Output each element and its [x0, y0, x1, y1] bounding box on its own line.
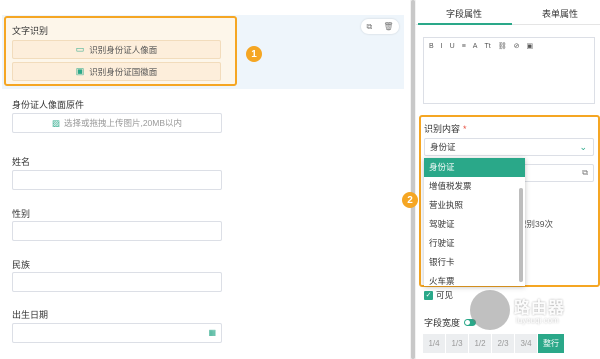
dropdown-option[interactable]: 行驶证 [424, 234, 525, 253]
hidden-input[interactable]: ⧉ [516, 164, 594, 182]
image-insert-icon[interactable]: ▣ [526, 42, 533, 50]
width-option-2-3[interactable]: 2/3 [492, 334, 514, 353]
field-width-text: 字段宽度 [424, 318, 461, 328]
router-logo-icon [470, 290, 510, 330]
visible-label: 可见 [436, 290, 454, 300]
image-icon: ▨ [51, 117, 60, 128]
checkbox-checked-icon[interactable]: ✓ [424, 290, 433, 300]
width-option-1-2[interactable]: 1/2 [469, 334, 491, 353]
recognize-id-front-button[interactable]: ▭ 识别身份证人像面 [12, 40, 221, 59]
required-mark: * [463, 124, 467, 134]
font-color-icon[interactable]: A [473, 43, 478, 50]
recognize-content-text: 识别内容 [424, 124, 461, 134]
trash-icon[interactable]: 🗑 [383, 22, 393, 31]
tab-form-properties[interactable]: 表单属性 [542, 7, 578, 20]
bold-icon[interactable]: B [429, 43, 434, 50]
image-upload-field[interactable]: ▨ 选择或拖拽上传图片,20MB以内 [12, 113, 222, 133]
field-label-id-photo: 身份证人像面原件 [12, 100, 85, 110]
recognize-content-dropdown: 身份证 增值税发票 营业执照 驾驶证 行驶证 银行卡 火车票 [424, 158, 525, 286]
width-options: 1/4 1/3 1/2 2/3 3/4 整行 [423, 334, 564, 353]
main-scrollbar-thumb[interactable] [411, 0, 415, 359]
width-option-3-4[interactable]: 3/4 [515, 334, 537, 353]
field-label-gender: 性别 [12, 209, 31, 219]
dropdown-option[interactable]: 营业执照 [424, 196, 525, 215]
dropdown-scrollbar[interactable] [519, 188, 523, 282]
ocr-title: 文字识别 [12, 26, 49, 36]
dropdown-option[interactable]: 身份证 [424, 158, 525, 177]
id-card-icon: ▭ [75, 44, 85, 54]
font-size-icon[interactable]: Tt [484, 43, 490, 50]
tab-field-properties[interactable]: 字段属性 [446, 7, 482, 20]
form-canvas: 文字识别 ▭ 识别身份证人像面 ▣ 识别身份证国徽面 1 ⧉ 🗑 身份证人像面原… [0, 0, 410, 359]
id-card-back-icon: ▣ [75, 66, 85, 76]
copy-icon[interactable]: ⧉ [367, 22, 373, 32]
birthdate-input[interactable]: ▦ [12, 323, 222, 343]
select-value: 身份证 [430, 142, 456, 152]
field-label-ethnicity: 民族 [12, 260, 31, 270]
italic-icon[interactable]: I [441, 43, 443, 50]
unlink-icon[interactable]: ⊘ [514, 42, 520, 50]
recognize-id-back-label: 识别身份证国徽面 [89, 66, 158, 77]
field-label-birthdate: 出生日期 [12, 310, 49, 320]
chevron-down-icon: ⌄ [579, 142, 587, 152]
recognize-id-back-button[interactable]: ▣ 识别身份证国徽面 [12, 62, 221, 81]
editor-toolbar: B I U ≡ A Tt ⛓ ⊘ ▣ [424, 38, 594, 54]
align-icon[interactable]: ≡ [462, 43, 466, 50]
watermark-title: 路由器 [514, 300, 566, 317]
watermark-logo: 路由器 luyouqi.com [470, 290, 595, 330]
gender-input[interactable] [12, 221, 222, 241]
dropdown-option[interactable]: 银行卡 [424, 253, 525, 272]
visible-checkbox-row[interactable]: ✓ 可见 [424, 289, 453, 301]
copy-field-icon: ⧉ [582, 168, 588, 177]
name-input[interactable] [12, 170, 222, 190]
recognize-id-front-label: 识别身份证人像面 [89, 44, 158, 55]
width-option-full[interactable]: 整行 [538, 334, 564, 353]
width-option-1-4[interactable]: 1/4 [423, 334, 445, 353]
underline-icon[interactable]: U [450, 43, 455, 50]
calendar-icon: ▦ [208, 328, 216, 337]
callout-badge-1: 1 [246, 46, 262, 62]
link-icon[interactable]: ⛓ [498, 42, 507, 50]
ethnicity-input[interactable] [12, 272, 222, 292]
component-tools: ⧉ 🗑 [361, 19, 399, 34]
recognize-content-label: 识别内容 * [424, 122, 467, 135]
callout-badge-2: 2 [402, 192, 418, 208]
active-tab-indicator [418, 23, 512, 25]
dropdown-option[interactable]: 增值税发票 [424, 177, 525, 196]
recognize-content-select[interactable]: 身份证 ⌄ [424, 138, 594, 156]
dropdown-option[interactable]: 火车票 [424, 272, 525, 286]
properties-tabs: 字段属性 表单属性 [416, 0, 600, 25]
width-option-1-3[interactable]: 1/3 [446, 334, 468, 353]
field-label-name: 姓名 [12, 157, 31, 167]
watermark-subtitle: luyouqi.com [516, 316, 559, 325]
rich-text-editor[interactable]: B I U ≡ A Tt ⛓ ⊘ ▣ [423, 37, 595, 104]
dropdown-option[interactable]: 驾驶证 [424, 215, 525, 234]
field-width-label: 字段宽度 [424, 316, 477, 329]
upload-placeholder: 选择或拖拽上传图片,20MB以内 [63, 118, 183, 128]
